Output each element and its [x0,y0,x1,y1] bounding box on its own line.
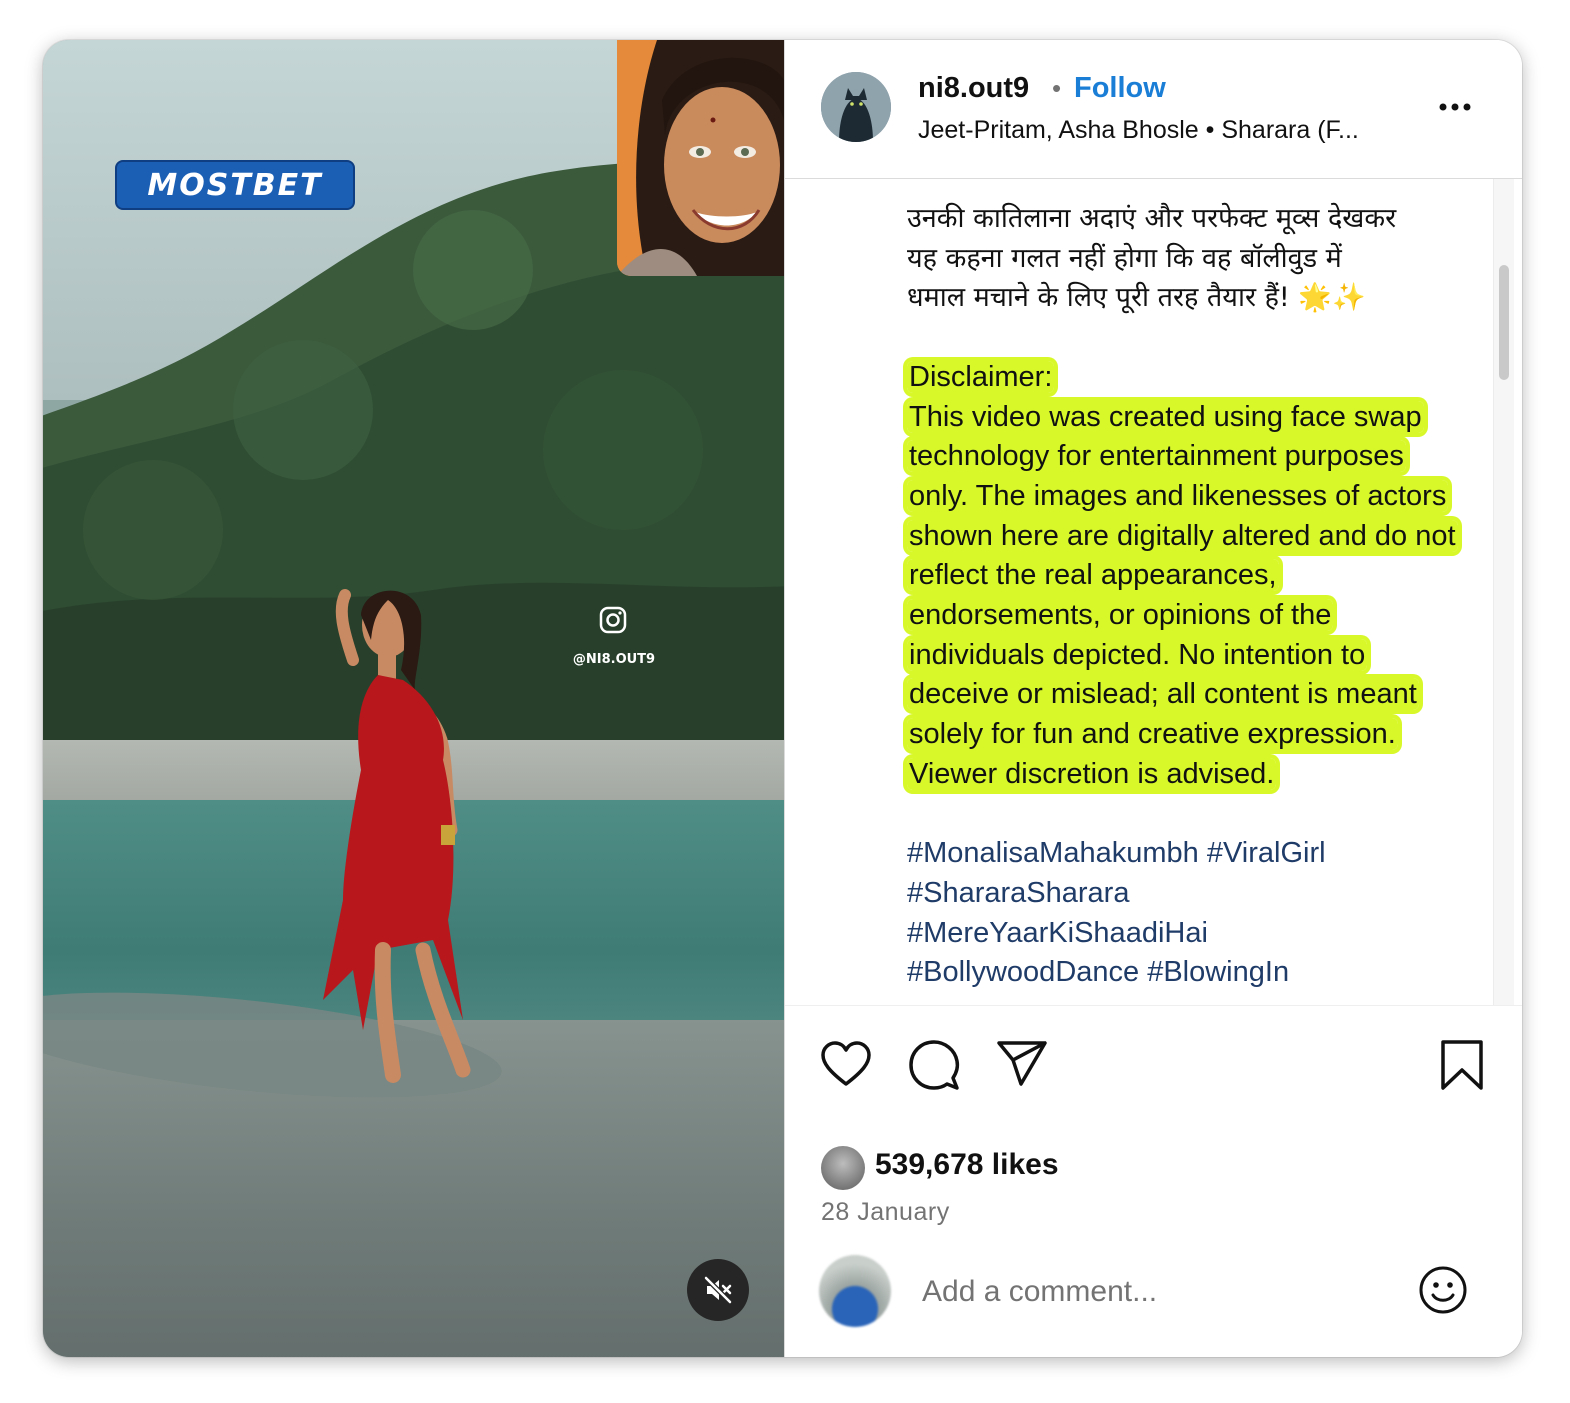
heart-icon[interactable] [819,1038,873,1092]
mute-toggle-button[interactable] [687,1259,749,1321]
emoji-icon[interactable] [1417,1264,1469,1316]
reel-video[interactable]: MOSTBET @NI8.OUT9 [43,40,784,1357]
hashtag-line[interactable]: #MonalisaMahakumbh #ViralGirl [907,834,1467,874]
caption-area: उनकी कातिलाना अदाएं और परफेक्ट मूव्स देख… [785,179,1522,1005]
hashtag-line[interactable]: #BollywoodDance #BlowingIn [907,953,1467,993]
instagram-icon [599,606,627,634]
hashtag-line[interactable]: #MereYaarKiShaadiHai [907,914,1467,954]
video-watermark: @NI8.OUT9 [572,652,656,667]
likes-count[interactable]: 539,678 likes [875,1148,1059,1182]
post-details-panel: ni8.out9 • Follow Jeet-Pritam, Asha Bhos… [784,40,1522,1357]
liker-avatar[interactable] [821,1146,865,1190]
post-header: ni8.out9 • Follow Jeet-Pritam, Asha Bhos… [785,40,1522,179]
muted-speaker-icon [704,1276,732,1304]
mostbet-logo: MOSTBET [115,160,355,210]
disclaimer-title: Disclaimer: [907,360,1055,393]
author-avatar[interactable] [821,72,891,142]
caption-text: उनकी कातिलाना अदाएं और परफेक्ट मूव्स देख… [907,199,1467,993]
follow-button[interactable]: Follow [1074,72,1166,105]
share-icon[interactable] [995,1038,1049,1092]
scrollbar-thumb[interactable] [1499,265,1509,380]
comment-icon[interactable] [907,1038,961,1092]
dancer-figure [323,589,471,1083]
caption-scrollbar[interactable] [1493,179,1514,1005]
hashtag-line[interactable]: #ShararaSharara [907,874,1467,914]
post-modal: MOSTBET @NI8.OUT9 ni8.out9 • Follow Jeet… [43,40,1522,1357]
current-user-avatar [819,1255,891,1327]
disclaimer-body: This video was created using face swap t… [907,400,1458,790]
comment-input[interactable] [920,1266,1384,1318]
face-inset-portrait [617,40,784,276]
avatar-image [821,72,891,142]
disclaimer-body-line: This video was created using face swap t… [907,398,1467,795]
disclaimer-title-line: Disclaimer: [907,358,1467,398]
bookmark-icon[interactable] [1435,1038,1489,1092]
caption-hindi-line: धमाल मचाने के लिए पूरी तरह तैयार हैं! 🌟✨ [907,282,1366,314]
audio-track-link[interactable]: Jeet-Pritam, Asha Bhosle • Sharara (F... [918,116,1359,145]
face-inset [617,40,784,276]
mostbet-logo-text: MOSTBET [147,167,323,203]
caption-hindi-line: यह कहना गलत नहीं होगा कि वह बॉलीवुड में [907,242,1342,274]
caption-hindi-line: उनकी कातिलाना अदाएं और परफेक्ट मूव्स देख… [907,203,1397,234]
header-separator: • [1052,73,1062,103]
post-date[interactable]: 28 January [821,1198,950,1227]
author-username[interactable]: ni8.out9 [918,72,1029,105]
more-options-icon[interactable] [1435,92,1475,122]
post-actions: 539,678 likes 28 January [785,1005,1522,1357]
